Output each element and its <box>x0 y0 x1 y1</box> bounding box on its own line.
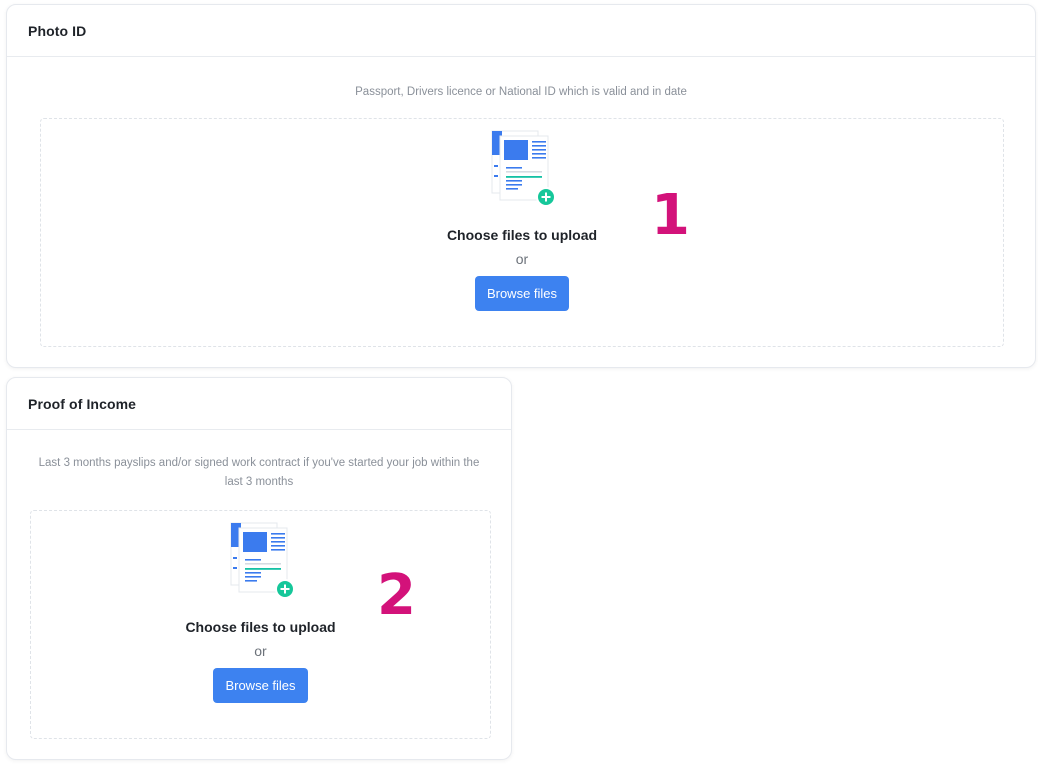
photo-id-card-header: Photo ID <box>7 5 1035 57</box>
document-upload-icon <box>491 130 556 207</box>
photo-id-browse-button[interactable]: Browse files <box>474 276 570 311</box>
proof-of-income-dropzone[interactable]: Choose files to upload or Browse files <box>30 510 491 739</box>
document-upload-icon <box>230 522 295 599</box>
photo-id-dropzone[interactable]: Choose files to upload or Browse files <box>40 118 1004 347</box>
photo-id-upload-prompt: Choose files to upload <box>446 227 598 243</box>
proof-of-income-card-header: Proof of Income <box>7 378 511 430</box>
proof-of-income-description: Last 3 months payslips and/or signed wor… <box>38 457 480 488</box>
photo-id-title: Photo ID <box>28 22 87 39</box>
proof-of-income-title: Proof of Income <box>28 395 137 412</box>
proof-of-income-upload-prompt: Choose files to upload <box>185 619 336 635</box>
photo-id-card: Photo ID Passport, Drivers licence or Na… <box>6 4 1036 368</box>
proof-of-income-or-text: or <box>254 643 267 659</box>
step-number-2: 2 <box>377 563 416 628</box>
photo-id-description: Passport, Drivers licence or National ID… <box>355 86 687 98</box>
proof-of-income-card: Proof of Income Last 3 months payslips a… <box>6 377 512 760</box>
step-number-1: 1 <box>651 183 690 248</box>
upload-documents-page: Photo ID Passport, Drivers licence or Na… <box>0 0 1038 766</box>
proof-of-income-browse-button[interactable]: Browse files <box>213 668 308 703</box>
photo-id-or-text: or <box>515 251 529 267</box>
